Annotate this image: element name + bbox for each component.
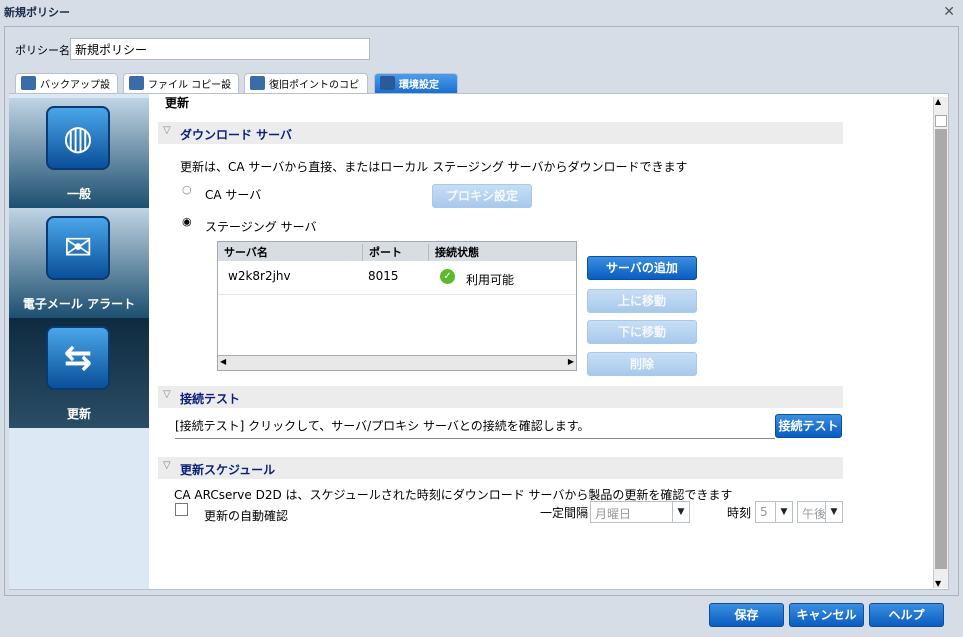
check-icon: ✓: [440, 269, 455, 284]
column-header-name[interactable]: サーバ名: [224, 244, 268, 260]
cell-status: 利用可能: [466, 273, 515, 287]
vertical-scrollbar[interactable]: ▲ ▼: [933, 97, 948, 588]
tab-recovery-point-copy[interactable]: 復旧ポイントのコピー: [244, 73, 368, 106]
gear-icon: [380, 76, 395, 90]
sidebar-item-update[interactable]: ⇆ 更新: [9, 318, 149, 428]
delete-button[interactable]: 削除: [587, 352, 697, 376]
auto-check-label: 更新の自動確認: [204, 509, 289, 523]
tab-file-copy[interactable]: ファイル コピー設定: [123, 73, 239, 106]
cancel-button[interactable]: キャンセル: [789, 603, 864, 627]
sidebar-label: 一般: [66, 187, 91, 201]
arrows-icon: ⇆: [46, 326, 110, 390]
hour-select[interactable]: 5 ▼: [755, 501, 793, 523]
tab-label: 環境設定: [399, 80, 439, 91]
column-header-port[interactable]: ポート: [362, 244, 402, 261]
ampm-value: 午後: [802, 507, 827, 521]
globe-icon: ◍: [46, 106, 110, 170]
download-desc: 更新は、CA サーバから直接、またはローカル ステージング サーバからダウンロー…: [180, 160, 688, 174]
chevron-down-icon: ▼: [775, 502, 792, 522]
interval-select[interactable]: 月曜日 ▼: [590, 501, 690, 523]
mail-alert-icon: ✉: [46, 216, 110, 280]
connection-test-button[interactable]: 接続テスト: [775, 414, 842, 438]
section-connection-test[interactable]: 接続テスト: [158, 386, 843, 408]
horizontal-scrollbar[interactable]: ◀ ▶: [218, 355, 576, 370]
auto-check-checkbox[interactable]: [175, 503, 188, 516]
window-title: 新規ポリシー: [4, 6, 70, 19]
ampm-select[interactable]: 午後 ▼: [797, 501, 843, 523]
sidebar-label: 電子メール アラート: [22, 297, 136, 311]
cell-port: 8015: [368, 269, 399, 283]
recovery-copy-icon: [250, 76, 265, 90]
file-copy-icon: [129, 76, 144, 90]
ca-server-radio[interactable]: ○: [182, 183, 192, 196]
scrollbar-thumb[interactable]: [935, 129, 947, 569]
close-icon[interactable]: ✕: [943, 4, 955, 20]
server-table: サーバ名 ポート 接続状態 w2k8r2jhv 8015 ✓ 利用可能 ◀ ▶: [217, 241, 577, 371]
proxy-settings-button[interactable]: プロキシ設定: [432, 184, 532, 208]
add-server-button[interactable]: サーバの追加: [587, 256, 697, 280]
hour-value: 5: [760, 505, 768, 519]
page-heading: 更新: [165, 96, 190, 110]
move-up-button[interactable]: 上に移動: [587, 289, 697, 313]
cell-name: w2k8r2jhv: [228, 269, 291, 283]
section-download-server[interactable]: ダウンロード サーバ: [158, 122, 843, 144]
sidebar-item-general[interactable]: ◍ 一般: [9, 98, 149, 208]
help-button[interactable]: ヘルプ: [869, 603, 944, 627]
sidebar-label: 更新: [66, 407, 91, 421]
move-down-button[interactable]: 下に移動: [587, 320, 697, 344]
ca-server-label: CA サーバ: [205, 188, 262, 202]
table-header: サーバ名 ポート 接続状態: [218, 242, 576, 261]
staging-server-label: ステージング サーバ: [205, 220, 317, 234]
interval-value: 月曜日: [595, 507, 632, 521]
backup-icon: [21, 76, 36, 90]
test-desc: [接続テスト] クリックして、サーバ/プロキシ サーバとの接続を確認します。: [175, 417, 775, 439]
tab-preferences[interactable]: 環境設定: [374, 73, 458, 93]
staging-server-radio[interactable]: ◉: [182, 215, 192, 228]
tab-backup[interactable]: バックアップ設定: [15, 73, 118, 106]
time-label: 時刻: [727, 506, 752, 520]
section-update-schedule[interactable]: 更新スケジュール: [158, 457, 843, 479]
column-header-status[interactable]: 接続状態: [428, 244, 479, 261]
save-button[interactable]: 保存: [709, 603, 784, 627]
sidebar-item-email-alert[interactable]: ✉ 電子メール アラート: [9, 208, 149, 318]
chevron-down-icon: ▼: [825, 502, 842, 522]
chevron-down-icon: ▼: [672, 502, 689, 522]
policy-name-input[interactable]: [70, 38, 370, 60]
interval-label: 一定間隔: [540, 506, 589, 520]
policy-name-label: ポリシー名:: [15, 44, 74, 57]
table-row[interactable]: w2k8r2jhv 8015 ✓ 利用可能: [218, 261, 576, 295]
